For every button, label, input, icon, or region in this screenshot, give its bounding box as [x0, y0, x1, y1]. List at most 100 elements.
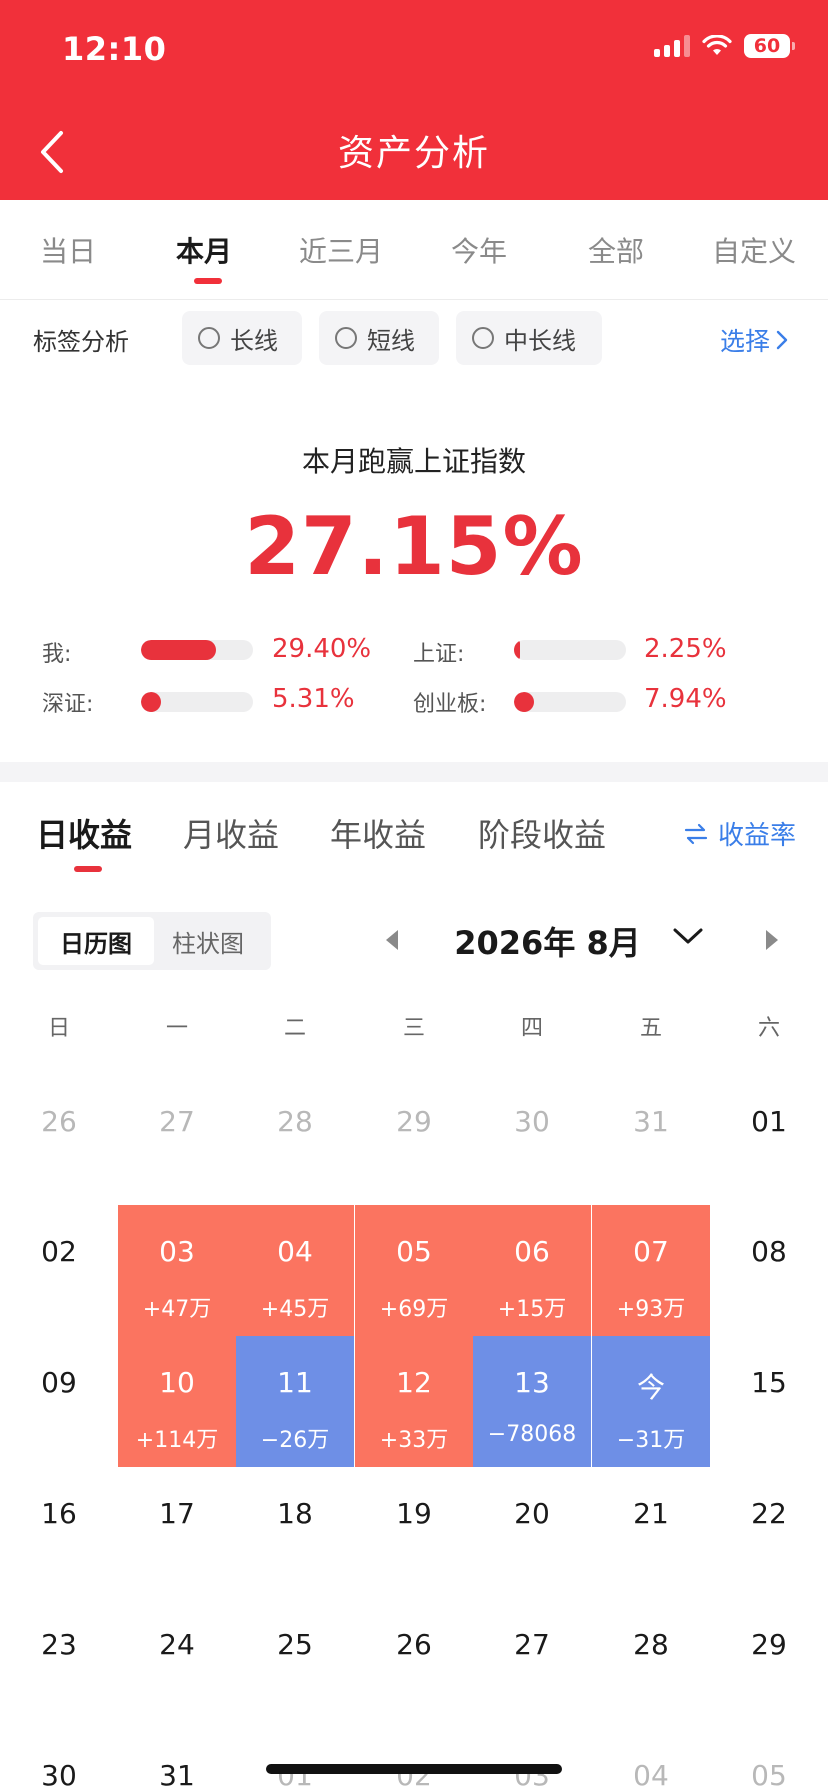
calendar-day-cell[interactable]: 10 +114万	[118, 1336, 236, 1467]
calendar-day-cell[interactable]: 18	[236, 1467, 354, 1598]
calendar-day-cell[interactable]: 27	[118, 1075, 236, 1206]
calendar-day-cell[interactable]: 25	[236, 1598, 354, 1729]
calendar-day-cell[interactable]: 30	[0, 1729, 118, 1792]
calendar-day-cell[interactable]: 07 +93万	[592, 1205, 710, 1336]
calendar-day-income: +69万	[379, 1297, 449, 1322]
calendar-day-cell[interactable]: 20	[473, 1467, 591, 1598]
calendar-day-number: 21	[633, 1497, 669, 1530]
tab-three-months[interactable]: 近三月	[299, 230, 383, 270]
calendar-day-cell[interactable]: 02	[355, 1729, 473, 1792]
calendar-day-cell[interactable]: 21	[592, 1467, 710, 1598]
compare-value-shenzhen: 5.31%	[272, 684, 355, 714]
calendar-day-cell[interactable]: 31	[592, 1075, 710, 1206]
calendar-day-cell[interactable]: 05	[710, 1729, 828, 1792]
tab-all[interactable]: 全部	[588, 230, 644, 270]
tag-analysis-row: 标签分析 长线 短线 中长线 选择	[0, 308, 828, 368]
calendar-day-number: 31	[633, 1105, 669, 1138]
calendar-day-number: 29	[396, 1105, 432, 1138]
tab-yearly-income[interactable]: 年收益	[330, 810, 426, 856]
calendar-day-number: 10	[159, 1366, 195, 1399]
tab-today[interactable]: 当日	[40, 230, 96, 270]
calendar-day-cell[interactable]: 今 −31万	[592, 1336, 710, 1467]
battery-icon: 60	[744, 34, 795, 58]
tag-chip-short-term[interactable]: 短线	[319, 311, 439, 365]
calendar-day-number: 30	[41, 1759, 77, 1792]
calendar-day-cell[interactable]: 31	[118, 1729, 236, 1792]
weekday-label: 一	[165, 1016, 188, 1041]
summary-title: 本月跑赢上证指数	[301, 445, 526, 478]
calendar-day-cell[interactable]: 12 +33万	[355, 1336, 473, 1467]
calendar-day-number: 28	[277, 1105, 313, 1138]
tag-chip-label: 短线	[367, 326, 415, 355]
status-time: 12:10	[62, 30, 167, 68]
tab-this-month[interactable]: 本月	[176, 230, 232, 270]
tab-custom[interactable]: 自定义	[712, 230, 796, 270]
next-month-button[interactable]	[764, 928, 780, 952]
month-dropdown-chevron-icon[interactable]	[672, 926, 704, 946]
radio-icon	[335, 327, 357, 349]
calendar-day-cell[interactable]: 15	[710, 1336, 828, 1467]
calendar-day-number: 07	[633, 1235, 669, 1268]
select-tags-link[interactable]: 选择	[720, 322, 788, 358]
calendar-day-number: 11	[277, 1366, 313, 1399]
calendar-day-cell[interactable]: 29	[710, 1598, 828, 1729]
calendar-day-cell[interactable]: 03	[473, 1729, 591, 1792]
calendar-day-number: 04	[277, 1235, 313, 1268]
radio-icon	[472, 327, 494, 349]
calendar-day-income: +15万	[497, 1297, 567, 1322]
calendar-day-number: 25	[277, 1628, 313, 1661]
calendar-day-cell[interactable]: 24	[118, 1598, 236, 1729]
page-title: 资产分析	[337, 133, 490, 174]
calendar-day-cell[interactable]: 11 −26万	[236, 1336, 354, 1467]
calendar-day-cell[interactable]: 04 +45万	[236, 1205, 354, 1336]
calendar-day-cell[interactable]: 03 +47万	[118, 1205, 236, 1336]
return-rate-label: 收益率	[717, 821, 796, 851]
calendar-day-cell[interactable]: 29	[355, 1075, 473, 1206]
tab-daily-income[interactable]: 日收益	[36, 810, 132, 856]
tab-this-year[interactable]: 今年	[451, 230, 507, 270]
calendar-day-cell[interactable]: 09	[0, 1336, 118, 1467]
calendar-day-number: 30	[514, 1105, 550, 1138]
compare-label-shanghai: 上证:	[413, 642, 465, 667]
calendar-day-cell[interactable]: 13 −78068	[473, 1336, 591, 1467]
calendar-day-cell[interactable]: 01	[710, 1075, 828, 1206]
calendar-day-cell[interactable]: 04	[592, 1729, 710, 1792]
compare-label-chinext: 创业板:	[413, 692, 487, 717]
prev-month-button[interactable]	[384, 928, 400, 952]
calendar-day-number: 27	[514, 1628, 550, 1661]
calendar-day-cell[interactable]: 26	[0, 1075, 118, 1206]
calendar-day-cell[interactable]: 28	[236, 1075, 354, 1206]
period-tabs: 当日 本月 近三月 今年 全部 自定义	[0, 200, 828, 300]
calendar-day-cell[interactable]: 06 +15万	[473, 1205, 591, 1336]
calendar-day-cell[interactable]: 05 +69万	[355, 1205, 473, 1336]
calendar-day-cell[interactable]: 30	[473, 1075, 591, 1206]
calendar-day-cell[interactable]: 27	[473, 1598, 591, 1729]
tab-monthly-income[interactable]: 月收益	[183, 810, 279, 856]
calendar-day-number: 01	[751, 1105, 787, 1138]
tag-chip-long-term[interactable]: 长线	[182, 311, 302, 365]
cellular-signal-icon	[654, 35, 690, 57]
return-rate-toggle[interactable]: 收益率	[684, 815, 796, 852]
calendar-day-cell[interactable]: 22	[710, 1467, 828, 1598]
wifi-icon	[702, 35, 732, 55]
calendar-day-cell[interactable]: 02	[0, 1205, 118, 1336]
bar-chart-view-button[interactable]: 柱状图	[150, 917, 266, 965]
calendar-day-cell[interactable]: 16	[0, 1467, 118, 1598]
swap-arrows-icon	[684, 823, 708, 844]
calendar-day-number: 24	[159, 1628, 195, 1661]
calendar-day-cell[interactable]: 28	[592, 1598, 710, 1729]
calendar-day-cell[interactable]: 17	[118, 1467, 236, 1598]
calendar-day-cell[interactable]: 08	[710, 1205, 828, 1336]
calendar-day-cell[interactable]: 26	[355, 1598, 473, 1729]
compare-bar-fill	[141, 692, 161, 712]
calendar-view-button[interactable]: 日历图	[38, 917, 154, 965]
month-title: 2026年 8月	[454, 924, 641, 962]
weekday-label: 四	[520, 1016, 543, 1041]
calendar-day-cell[interactable]: 01	[236, 1729, 354, 1792]
compare-bar-chinext	[514, 692, 626, 712]
calendar-day-cell[interactable]: 23	[0, 1598, 118, 1729]
tab-period-income[interactable]: 阶段收益	[478, 810, 606, 856]
tag-chip-mid-long-term[interactable]: 中长线	[456, 311, 602, 365]
calendar-day-income: +45万	[260, 1297, 330, 1322]
calendar-day-cell[interactable]: 19	[355, 1467, 473, 1598]
